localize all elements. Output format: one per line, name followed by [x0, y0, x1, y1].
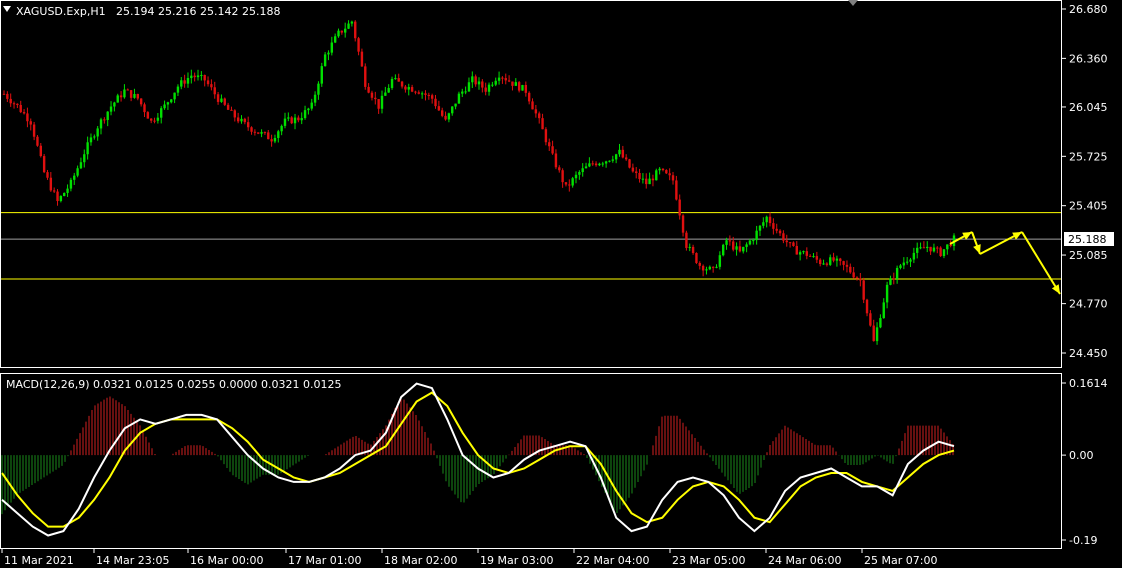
candle — [939, 246, 942, 257]
price-tick-label: 24.770 — [1069, 298, 1108, 311]
price-tick-label: 25.085 — [1069, 249, 1108, 262]
candle — [63, 192, 66, 197]
macd-tick-label: -0.19 — [1069, 534, 1097, 547]
price-tick-label: 26.680 — [1069, 3, 1108, 16]
price-tick-label: 25.725 — [1069, 150, 1108, 163]
candle — [364, 63, 367, 90]
candle — [695, 252, 698, 265]
candle — [655, 168, 658, 181]
current-price-label: 25.188 — [1068, 233, 1107, 246]
macd-tick-label: 0.1614 — [1069, 377, 1108, 390]
trading-chart[interactable]: XAGUSD.Exp,H1 25.194 25.216 25.142 25.18… — [0, 0, 1122, 568]
price-tick-label: 24.450 — [1069, 347, 1108, 360]
time-tick-label: 14 Mar 23:05 — [96, 554, 169, 567]
price-tick-label: 25.405 — [1069, 200, 1108, 213]
time-tick-label: 23 Mar 05:00 — [672, 554, 745, 567]
candle — [628, 158, 631, 169]
candle — [146, 111, 150, 119]
candle — [721, 243, 725, 257]
candle — [36, 135, 39, 147]
price-tick-label: 26.360 — [1069, 52, 1108, 65]
time-tick-label: 19 Mar 03:00 — [480, 554, 553, 567]
candle — [521, 84, 524, 91]
macd-label: MACD(12,26,9) 0.0321 0.0125 0.0255 0.000… — [6, 378, 341, 391]
ohlc-label: 25.194 25.216 25.142 25.188 — [116, 5, 280, 18]
candle — [862, 277, 865, 304]
candle — [42, 154, 46, 174]
candle — [685, 230, 688, 251]
time-tick-label: 18 Mar 02:00 — [384, 554, 457, 567]
symbol-label: XAGUSD.Exp,H1 — [16, 5, 106, 18]
chart-background — [0, 0, 1122, 568]
macd-tick-label: 0.00 — [1069, 449, 1094, 462]
time-tick-label: 22 Mar 04:00 — [576, 554, 649, 567]
time-tick-label: 25 Mar 07:00 — [864, 554, 937, 567]
price-tick-label: 26.045 — [1069, 101, 1108, 114]
time-tick-label: 16 Mar 00:00 — [190, 554, 263, 567]
time-tick-label: 11 Mar 2021 — [4, 554, 74, 567]
candle — [320, 62, 323, 87]
time-tick-label: 24 Mar 06:00 — [768, 554, 841, 567]
time-tick-label: 17 Mar 01:00 — [288, 554, 361, 567]
candle — [223, 97, 226, 107]
